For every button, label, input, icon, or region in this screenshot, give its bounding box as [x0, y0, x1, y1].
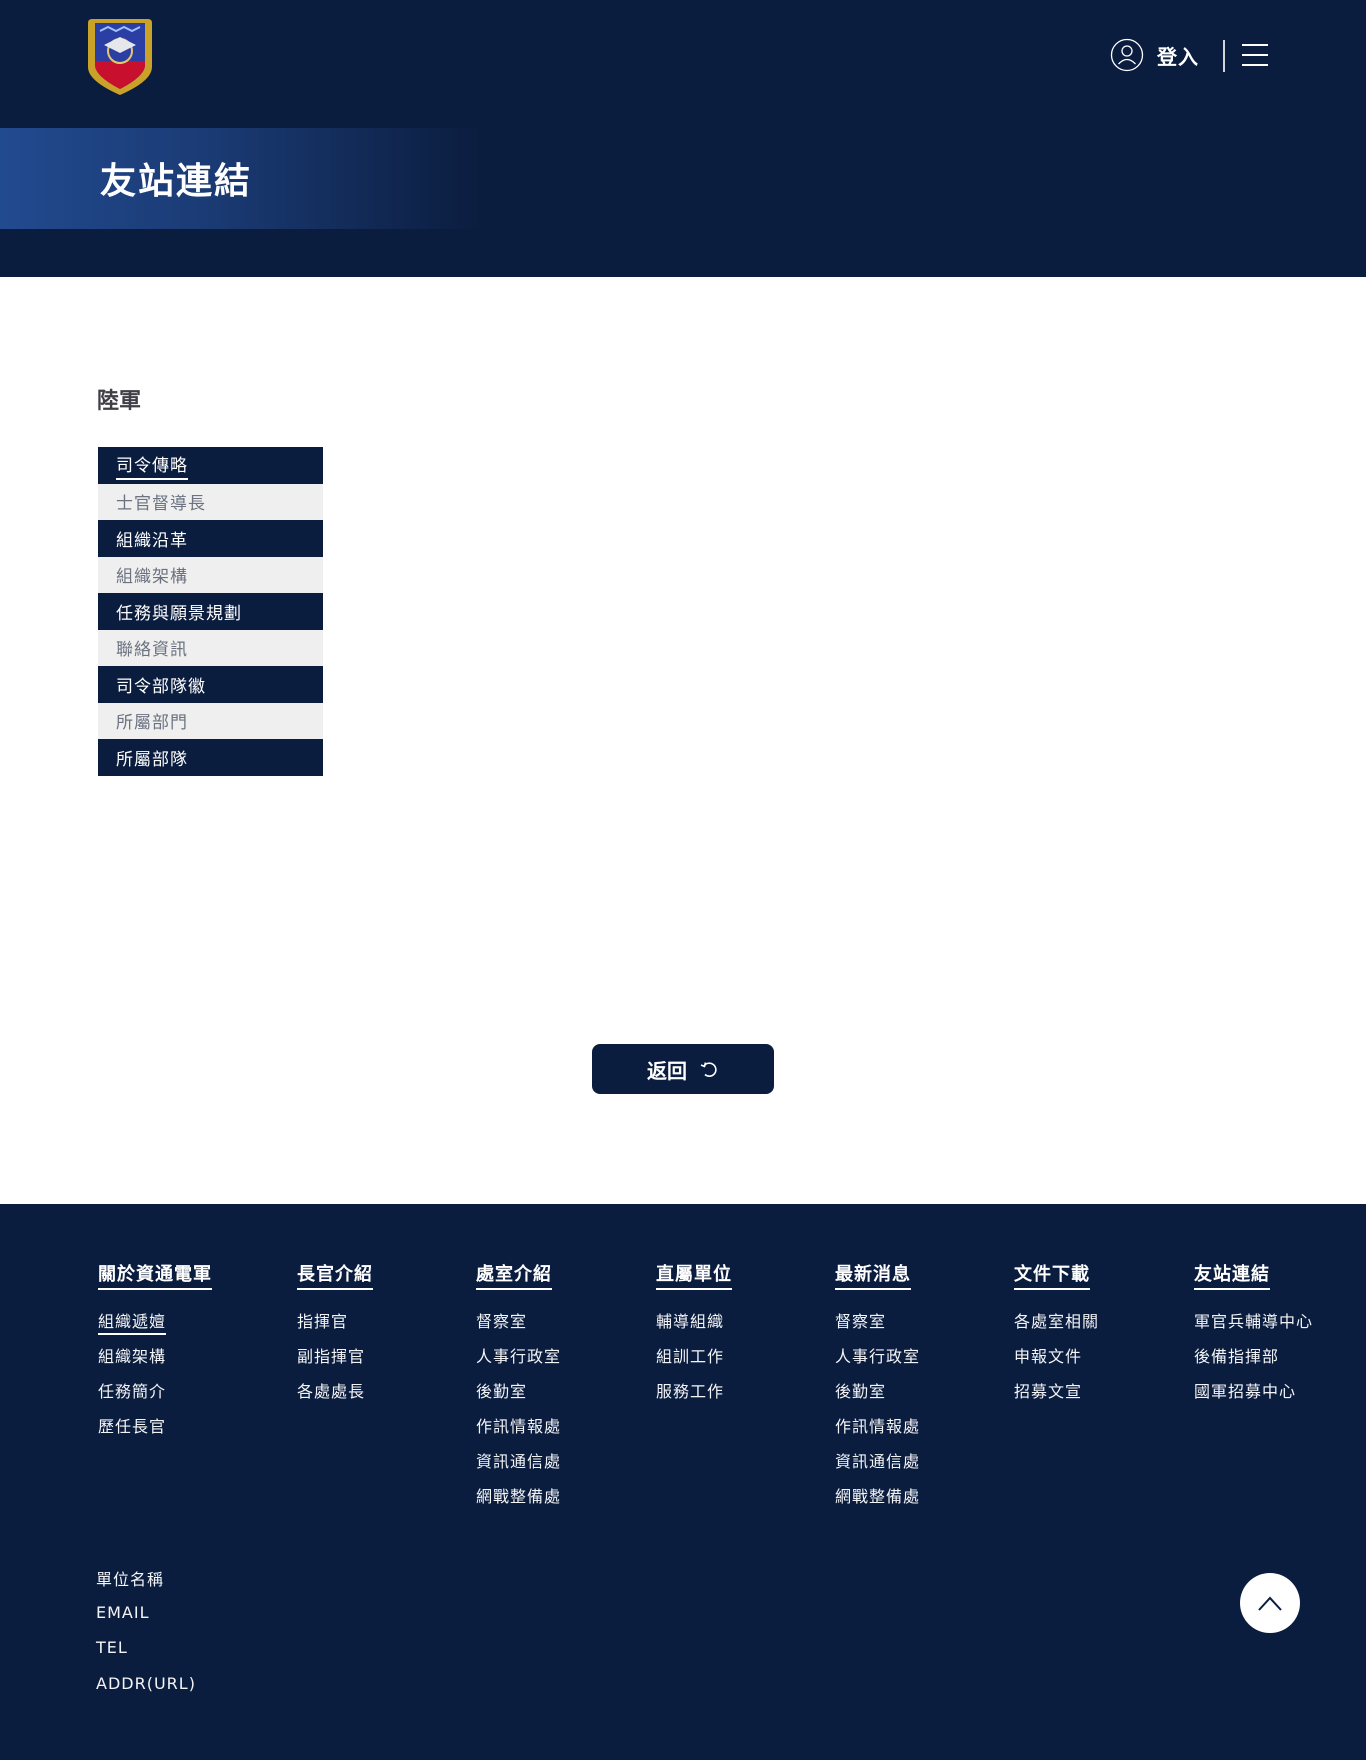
footer-column-about: 關於資通電軍 組織遞嬗 組織架構 任務簡介 歷任長官	[98, 1260, 212, 1444]
link-item[interactable]: 所屬部門	[98, 702, 323, 739]
header-divider	[1223, 40, 1225, 72]
footer-link[interactable]: 組織遞嬗	[98, 1304, 212, 1339]
footer-link[interactable]: 作訊情報處	[835, 1409, 920, 1444]
back-to-top-button[interactable]	[1240, 1573, 1300, 1633]
page-title: 友站連結	[100, 161, 253, 202]
footer-link[interactable]: 資訊通信處	[476, 1444, 561, 1479]
footer-link[interactable]: 招募文宣	[1014, 1374, 1099, 1409]
footer-link[interactable]: 網戰整備處	[835, 1479, 920, 1514]
footer-column-officers: 長官介紹 指揮官 副指揮官 各處處長	[297, 1260, 373, 1409]
footer-link[interactable]: 副指揮官	[297, 1339, 373, 1374]
site-footer: 關於資通電軍 組織遞嬗 組織架構 任務簡介 歷任長官 長官介紹 指揮官 副指揮官…	[0, 1204, 1366, 1760]
contact-address: ADDR(URL)	[96, 1674, 196, 1693]
footer-heading[interactable]: 長官介紹	[297, 1260, 373, 1290]
footer-heading[interactable]: 直屬單位	[656, 1260, 732, 1290]
link-item[interactable]: 組織沿革	[98, 520, 323, 557]
footer-column-downloads: 文件下載 各處室相關 申報文件 招募文宣	[1014, 1260, 1099, 1409]
user-icon	[1110, 38, 1144, 72]
footer-link[interactable]: 指揮官	[297, 1304, 373, 1339]
footer-link[interactable]: 督察室	[835, 1304, 920, 1339]
footer-heading[interactable]: 關於資通電軍	[98, 1260, 212, 1290]
footer-link[interactable]: 軍官兵輔導中心	[1194, 1304, 1313, 1339]
footer-link[interactable]: 人事行政室	[835, 1339, 920, 1374]
link-item[interactable]: 司令部隊徽	[98, 666, 323, 703]
unit-name: 單位名稱	[96, 1570, 165, 1589]
undo-arrow-icon	[700, 1062, 717, 1077]
footer-link[interactable]: 後勤室	[835, 1374, 920, 1409]
footer-heading[interactable]: 文件下載	[1014, 1260, 1090, 1290]
footer-link[interactable]: 網戰整備處	[476, 1479, 561, 1514]
link-item[interactable]: 任務與願景規劃	[98, 593, 323, 630]
section-title: 陸軍	[97, 389, 142, 414]
link-item[interactable]: 司令傳略	[98, 447, 323, 484]
contact-email: EMAIL	[96, 1603, 150, 1622]
footer-link[interactable]: 任務簡介	[98, 1374, 212, 1409]
footer-heading[interactable]: 處室介紹	[476, 1260, 552, 1290]
footer-link[interactable]: 各處處長	[297, 1374, 373, 1409]
link-item[interactable]: 組織架構	[98, 556, 323, 593]
footer-link[interactable]: 服務工作	[656, 1374, 732, 1409]
back-button[interactable]: 返回	[592, 1044, 774, 1094]
friend-links-list: 司令傳略 士官督導長 組織沿革 組織架構 任務與願景規劃 聯絡資訊 司令部隊徽 …	[98, 447, 323, 776]
footer-heading[interactable]: 最新消息	[835, 1260, 911, 1290]
army-emblem-logo[interactable]	[86, 15, 154, 97]
footer-column-news: 最新消息 督察室 人事行政室 後勤室 作訊情報處 資訊通信處 網戰整備處	[835, 1260, 920, 1514]
hamburger-menu-icon[interactable]	[1242, 44, 1268, 66]
login-label: 登入	[1157, 44, 1199, 69]
footer-link[interactable]: 組織架構	[98, 1339, 212, 1374]
footer-column-offices: 處室介紹 督察室 人事行政室 後勤室 作訊情報處 資訊通信處 網戰整備處	[476, 1260, 561, 1514]
footer-link[interactable]: 作訊情報處	[476, 1409, 561, 1444]
back-label: 返回	[647, 1058, 687, 1083]
footer-heading[interactable]: 友站連結	[1194, 1260, 1270, 1290]
link-item[interactable]: 聯絡資訊	[98, 629, 323, 666]
contact-info: 單位名稱 EMAIL TEL ADDR(URL)	[96, 1566, 196, 1704]
footer-link[interactable]: 後勤室	[476, 1374, 561, 1409]
footer-link[interactable]: 輔導組織	[656, 1304, 732, 1339]
footer-column-units: 直屬單位 輔導組織 組訓工作 服務工作	[656, 1260, 732, 1409]
contact-tel: TEL	[96, 1638, 128, 1657]
login-button[interactable]: 登入	[1110, 38, 1199, 72]
footer-link[interactable]: 人事行政室	[476, 1339, 561, 1374]
footer-link[interactable]: 申報文件	[1014, 1339, 1099, 1374]
footer-link[interactable]: 資訊通信處	[835, 1444, 920, 1479]
footer-link[interactable]: 後備指揮部	[1194, 1339, 1313, 1374]
footer-link[interactable]: 歷任長官	[98, 1409, 212, 1444]
link-item[interactable]: 士官督導長	[98, 483, 323, 520]
link-item[interactable]: 所屬部隊	[98, 739, 323, 776]
footer-link[interactable]: 督察室	[476, 1304, 561, 1339]
footer-link[interactable]: 國軍招募中心	[1194, 1374, 1313, 1409]
footer-link[interactable]: 組訓工作	[656, 1339, 732, 1374]
footer-column-links: 友站連結 軍官兵輔導中心 後備指揮部 國軍招募中心	[1194, 1260, 1313, 1409]
chevron-up-icon	[1258, 1596, 1282, 1611]
site-header: 登入 友站連結	[0, 0, 1366, 277]
footer-link[interactable]: 各處室相關	[1014, 1304, 1099, 1339]
